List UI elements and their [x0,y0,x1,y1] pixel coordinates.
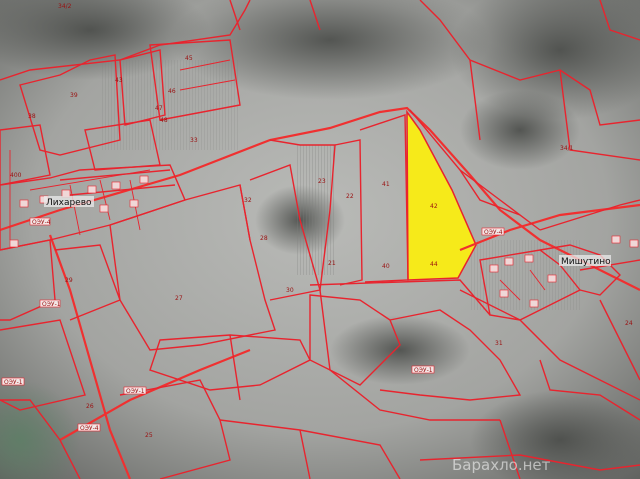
parcel-label: 34/2 [58,3,72,10]
parcel-label: 48 [160,117,168,124]
parcel-label: 46 [168,88,176,95]
parcel-label: 47 [155,105,163,112]
parcel-label: 39 [70,92,78,99]
parcel-label: 29 [65,277,73,284]
parcel-label: 44 [430,261,438,268]
parcel-label: 30 [286,287,294,294]
parcel-label: 25 [145,432,153,439]
striped-field-1 [295,145,335,275]
parcel-label: 32 [244,197,252,204]
watermark: Барахло.нет [452,456,551,474]
parcel-label: 34/1 [560,145,574,152]
cadastral-map[interactable]: 34/2 34/1 43 39 38 45 46 47 48 41 40 400… [0,0,640,479]
parcel-label: 43 [115,77,123,84]
parcel-label: 28 [260,235,268,242]
road-tag: ОЭУ-1 [4,379,23,386]
road-tag: ОЭУ-4 [484,229,503,236]
parcel-label: 26 [86,403,94,410]
road-tag: ОЭУ-1 [42,301,61,308]
parcel-label: 40 [382,263,390,270]
forest-south [330,315,470,385]
map-canvas[interactable]: 34/2 34/1 43 39 38 45 46 47 48 41 40 400… [0,0,640,479]
parcel-label: 41 [382,181,390,188]
parcel-label: 42 [430,203,438,210]
road-tag: ОЭУ-4 [32,219,51,226]
parcel-label: 33 [190,137,198,144]
road-tag: ОЭУ-4 [80,425,99,432]
parcel-label: 400 [10,172,22,179]
parcel-label: 27 [175,295,183,302]
parcel-label: 23 [318,178,326,185]
parcel-label: 24 [625,320,633,327]
road-tag: ОЭУ-1 [126,388,145,395]
parcel-label: 45 [185,55,193,62]
parcel-label: 31 [495,340,503,347]
place-label-likharevo[interactable]: Лихарево [46,198,92,208]
forest-east [460,90,580,170]
road-tag: ОЭУ-1 [414,367,433,374]
parcel-label: 38 [28,113,36,120]
parcel-label: 21 [328,260,336,267]
place-label-mishutino[interactable]: Мишутино [561,257,611,267]
parcel-label: 22 [346,193,354,200]
